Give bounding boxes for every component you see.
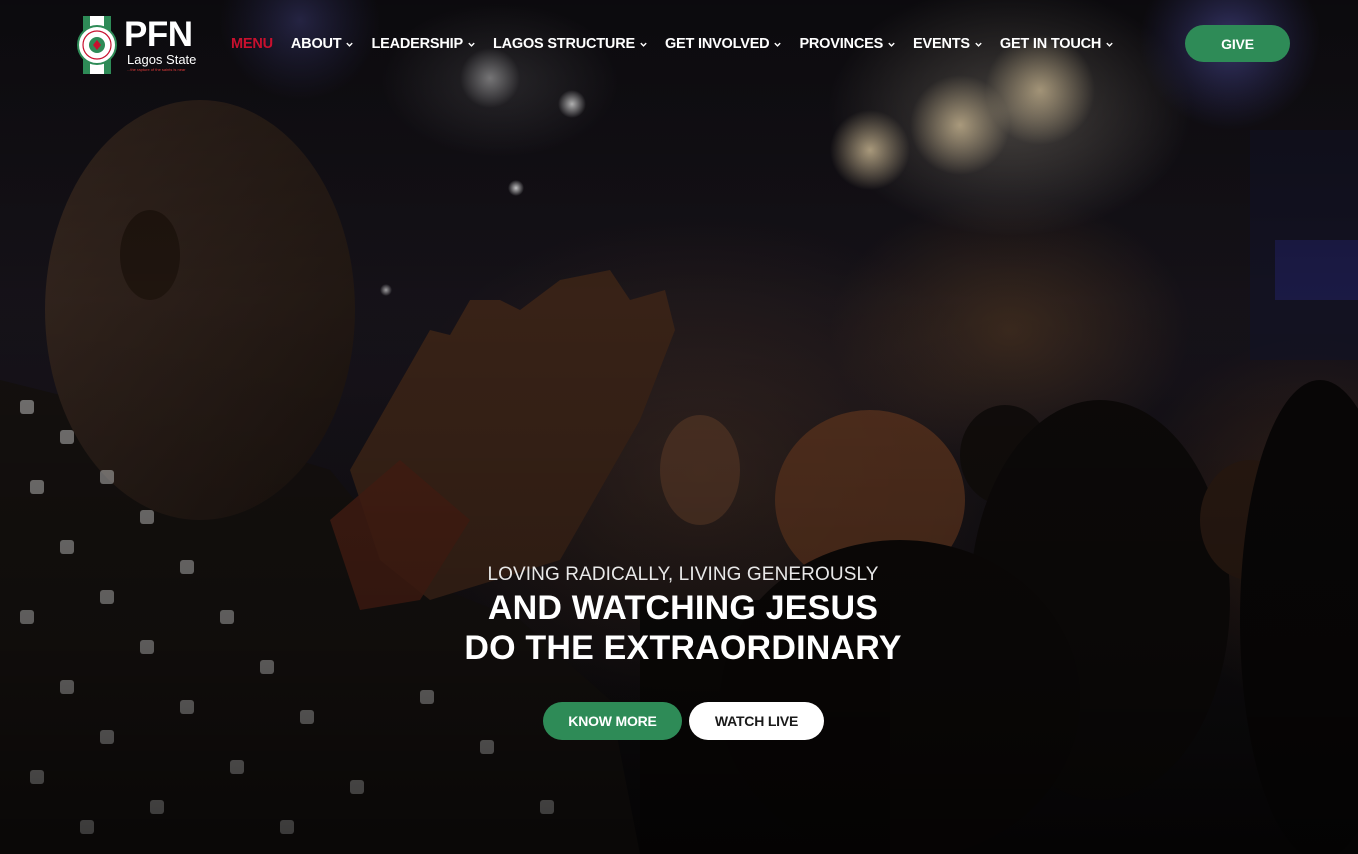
give-button[interactable]: GIVE xyxy=(1185,25,1290,62)
nav-item-label: MENU xyxy=(231,36,273,52)
nav-item-label: GET INVOLVED xyxy=(664,36,770,52)
nav-item-get-involved[interactable]: GET INVOLVED xyxy=(665,36,782,52)
nav-item-leadership[interactable]: LEADERSHIP xyxy=(371,36,475,52)
know-more-button[interactable]: KNOW MORE xyxy=(543,702,682,740)
brand-tagline: ...the rapture of the saints is near xyxy=(127,66,186,72)
brand-subtitle: Lagos State xyxy=(127,51,197,67)
nav-item-label: EVENTS xyxy=(913,36,970,52)
hero-title-line-1: AND WATCHING JESUS xyxy=(487,589,879,627)
nav-item-label: ABOUT xyxy=(290,36,342,52)
site-logo[interactable]: PFN Lagos State ...the rapture of the sa… xyxy=(76,14,208,74)
chevron-down-icon xyxy=(640,42,647,47)
nav-item-label: LEADERSHIP xyxy=(371,36,463,52)
hero-content: LOVING RADICALLY, LIVING GENEROUSLY AND … xyxy=(0,562,1358,668)
pfn-seal-icon xyxy=(76,16,118,74)
nav-item-lagos-structure[interactable]: LAGOS STRUCTURE xyxy=(493,36,648,52)
hero-cta-group: KNOW MORE WATCH LIVE xyxy=(543,702,824,740)
nav-item-menu[interactable]: MENU xyxy=(231,36,273,52)
hero-kicker: LOVING RADICALLY, LIVING GENEROUSLY xyxy=(487,564,879,585)
chevron-down-icon xyxy=(774,42,782,47)
nav-item-label: PROVINCES xyxy=(799,36,884,52)
nav-item-events[interactable]: EVENTS xyxy=(913,36,983,52)
main-nav: MENU ABOUT LEADERSHIP LAGOS STRUCTURE GE… xyxy=(231,34,1114,54)
hero-title-line-2: DO THE EXTRAORDINARY xyxy=(464,629,902,667)
chevron-down-icon xyxy=(346,42,354,47)
chevron-down-icon xyxy=(1106,42,1113,47)
watch-live-button[interactable]: WATCH LIVE xyxy=(689,702,824,740)
chevron-down-icon xyxy=(468,42,475,47)
logo-wordmark: PFN Lagos State ...the rapture of the sa… xyxy=(124,17,196,72)
site-header: PFN Lagos State ...the rapture of the sa… xyxy=(0,0,1358,86)
nav-item-label: LAGOS STRUCTURE xyxy=(492,36,635,52)
chevron-down-icon xyxy=(888,42,895,47)
nav-item-provinces[interactable]: PROVINCES xyxy=(799,36,896,52)
chevron-down-icon xyxy=(975,42,982,47)
nav-item-label: GET IN TOUCH xyxy=(999,36,1102,52)
brand-name: PFN xyxy=(124,14,193,54)
nav-item-get-in-touch[interactable]: GET IN TOUCH xyxy=(1000,36,1114,52)
nav-item-about[interactable]: ABOUT xyxy=(291,36,355,52)
